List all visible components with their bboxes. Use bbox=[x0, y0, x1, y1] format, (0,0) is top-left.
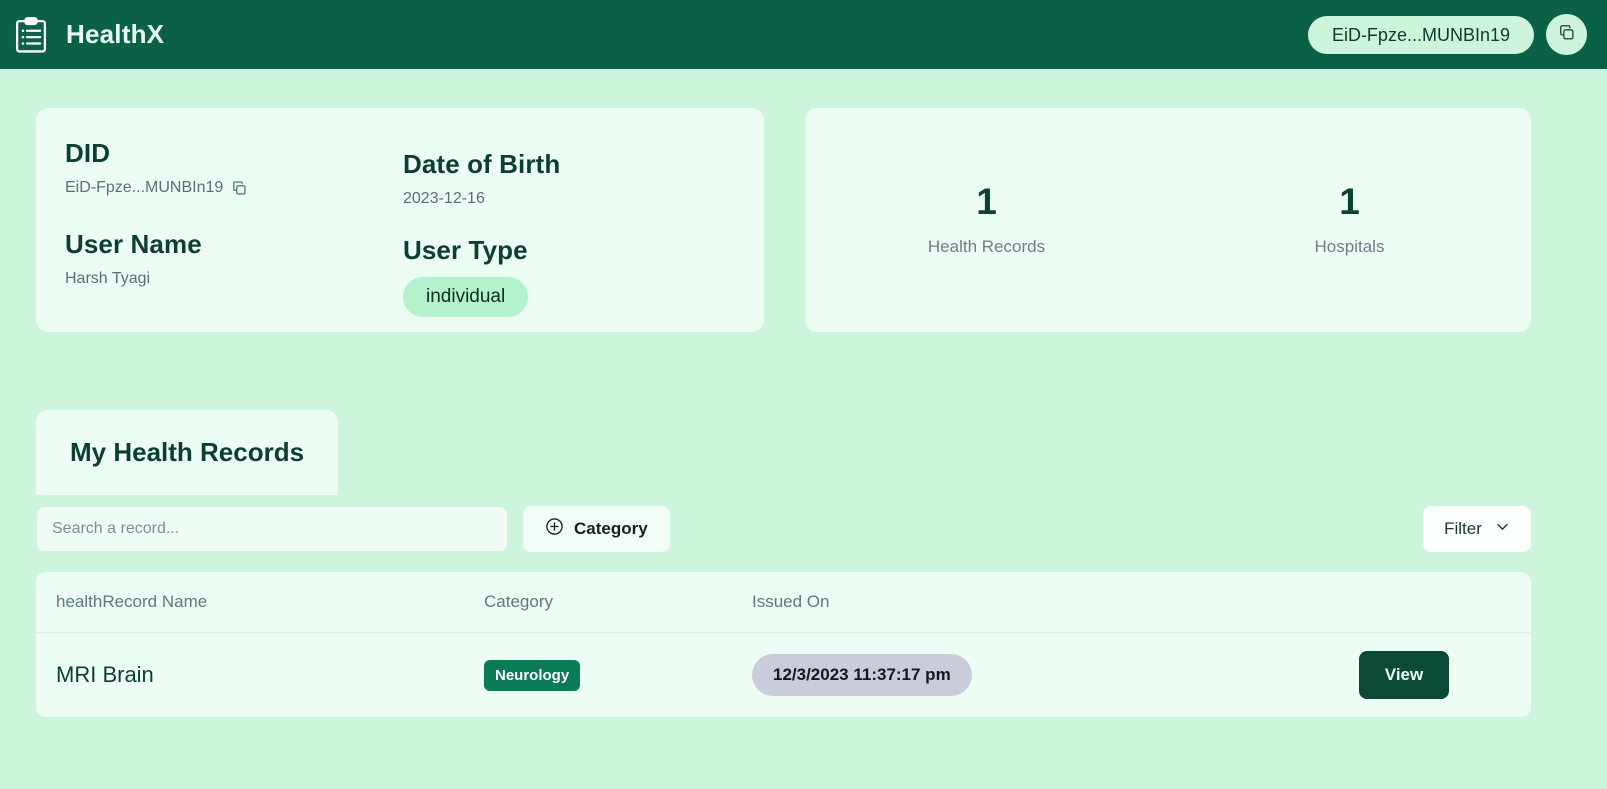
app-header: HealthX EiD-Fpze...MUNBIn19 bbox=[0, 0, 1607, 69]
header-actions: EiD-Fpze...MUNBIn19 bbox=[1307, 14, 1587, 55]
stats-card: 1 Health Records 1 Hospitals bbox=[805, 108, 1531, 332]
column-header-name: healthRecord Name bbox=[56, 592, 208, 611]
profile-column-right: Date of Birth 2023-12-16 User Type indiv… bbox=[403, 138, 723, 332]
records-table: healthRecord Name Category Issued On MRI… bbox=[36, 572, 1531, 717]
app-title: HealthX bbox=[66, 19, 165, 49]
copy-did-button[interactable] bbox=[1546, 14, 1587, 55]
did-pill-button[interactable]: EiD-Fpze...MUNBIn19 bbox=[1307, 15, 1534, 54]
add-category-label: Category bbox=[574, 519, 648, 538]
column-header-category: Category bbox=[484, 592, 553, 611]
stat-value: 1 bbox=[976, 181, 997, 222]
add-category-button[interactable]: Category bbox=[523, 506, 670, 552]
dob-label: Date of Birth bbox=[403, 149, 561, 179]
clipboard-list-icon bbox=[14, 16, 48, 54]
stat-label: Hospitals bbox=[1314, 237, 1385, 256]
search-input[interactable] bbox=[36, 506, 508, 552]
did-value: EiD-Fpze...MUNBIn19 bbox=[65, 179, 224, 196]
summary-cards-row: DID EiD-Fpze...MUNBIn19 User Name Harsh … bbox=[0, 69, 1607, 332]
usertype-label: User Type bbox=[403, 235, 528, 265]
tab-my-health-records[interactable]: My Health Records bbox=[36, 410, 339, 495]
record-name-cell: MRI Brain bbox=[56, 662, 484, 688]
stat-hospitals: 1 Hospitals bbox=[1168, 183, 1531, 257]
issued-on-pill: 12/3/2023 11:37:17 pm bbox=[752, 654, 972, 696]
profile-column-left: DID EiD-Fpze...MUNBIn19 User Name Harsh … bbox=[65, 138, 403, 332]
view-record-button[interactable]: View bbox=[1358, 651, 1450, 699]
record-actions-cell: View bbox=[1297, 651, 1511, 699]
filter-button[interactable]: Filter bbox=[1423, 506, 1531, 552]
brand: HealthX bbox=[14, 16, 164, 54]
plus-circle-icon bbox=[545, 517, 564, 541]
category-badge: Neurology bbox=[484, 659, 581, 691]
record-category-cell: Neurology bbox=[484, 659, 752, 691]
username-value: Harsh Tyagi bbox=[65, 270, 151, 287]
table-row[interactable]: MRI Brain Neurology 12/3/2023 11:37:17 p… bbox=[36, 633, 1531, 717]
copy-icon bbox=[1558, 24, 1576, 45]
column-header-issued-on: Issued On bbox=[752, 592, 830, 611]
did-value-row: EiD-Fpze...MUNBIn19 bbox=[65, 179, 403, 197]
records-toolbar: Category Filter bbox=[36, 506, 1531, 552]
table-header-row: healthRecord Name Category Issued On bbox=[36, 572, 1531, 633]
stat-label: Health Records bbox=[927, 237, 1046, 256]
filter-label: Filter bbox=[1444, 519, 1482, 538]
stat-health-records: 1 Health Records bbox=[805, 183, 1168, 257]
records-section: My Health Records Category Filter bbox=[0, 410, 1607, 717]
usertype-badge-wrap: individual bbox=[403, 266, 723, 317]
record-name: MRI Brain bbox=[56, 662, 154, 687]
did-label: DID bbox=[65, 138, 111, 168]
profile-card: DID EiD-Fpze...MUNBIn19 User Name Harsh … bbox=[36, 108, 764, 332]
stat-value: 1 bbox=[1339, 181, 1360, 222]
copy-icon[interactable] bbox=[231, 180, 248, 197]
username-label: User Name bbox=[65, 229, 202, 259]
usertype-badge: individual bbox=[403, 277, 529, 317]
dob-value: 2023-12-16 bbox=[403, 190, 485, 207]
chevron-down-icon bbox=[1495, 519, 1510, 539]
record-issued-on-cell: 12/3/2023 11:37:17 pm bbox=[752, 654, 1297, 696]
